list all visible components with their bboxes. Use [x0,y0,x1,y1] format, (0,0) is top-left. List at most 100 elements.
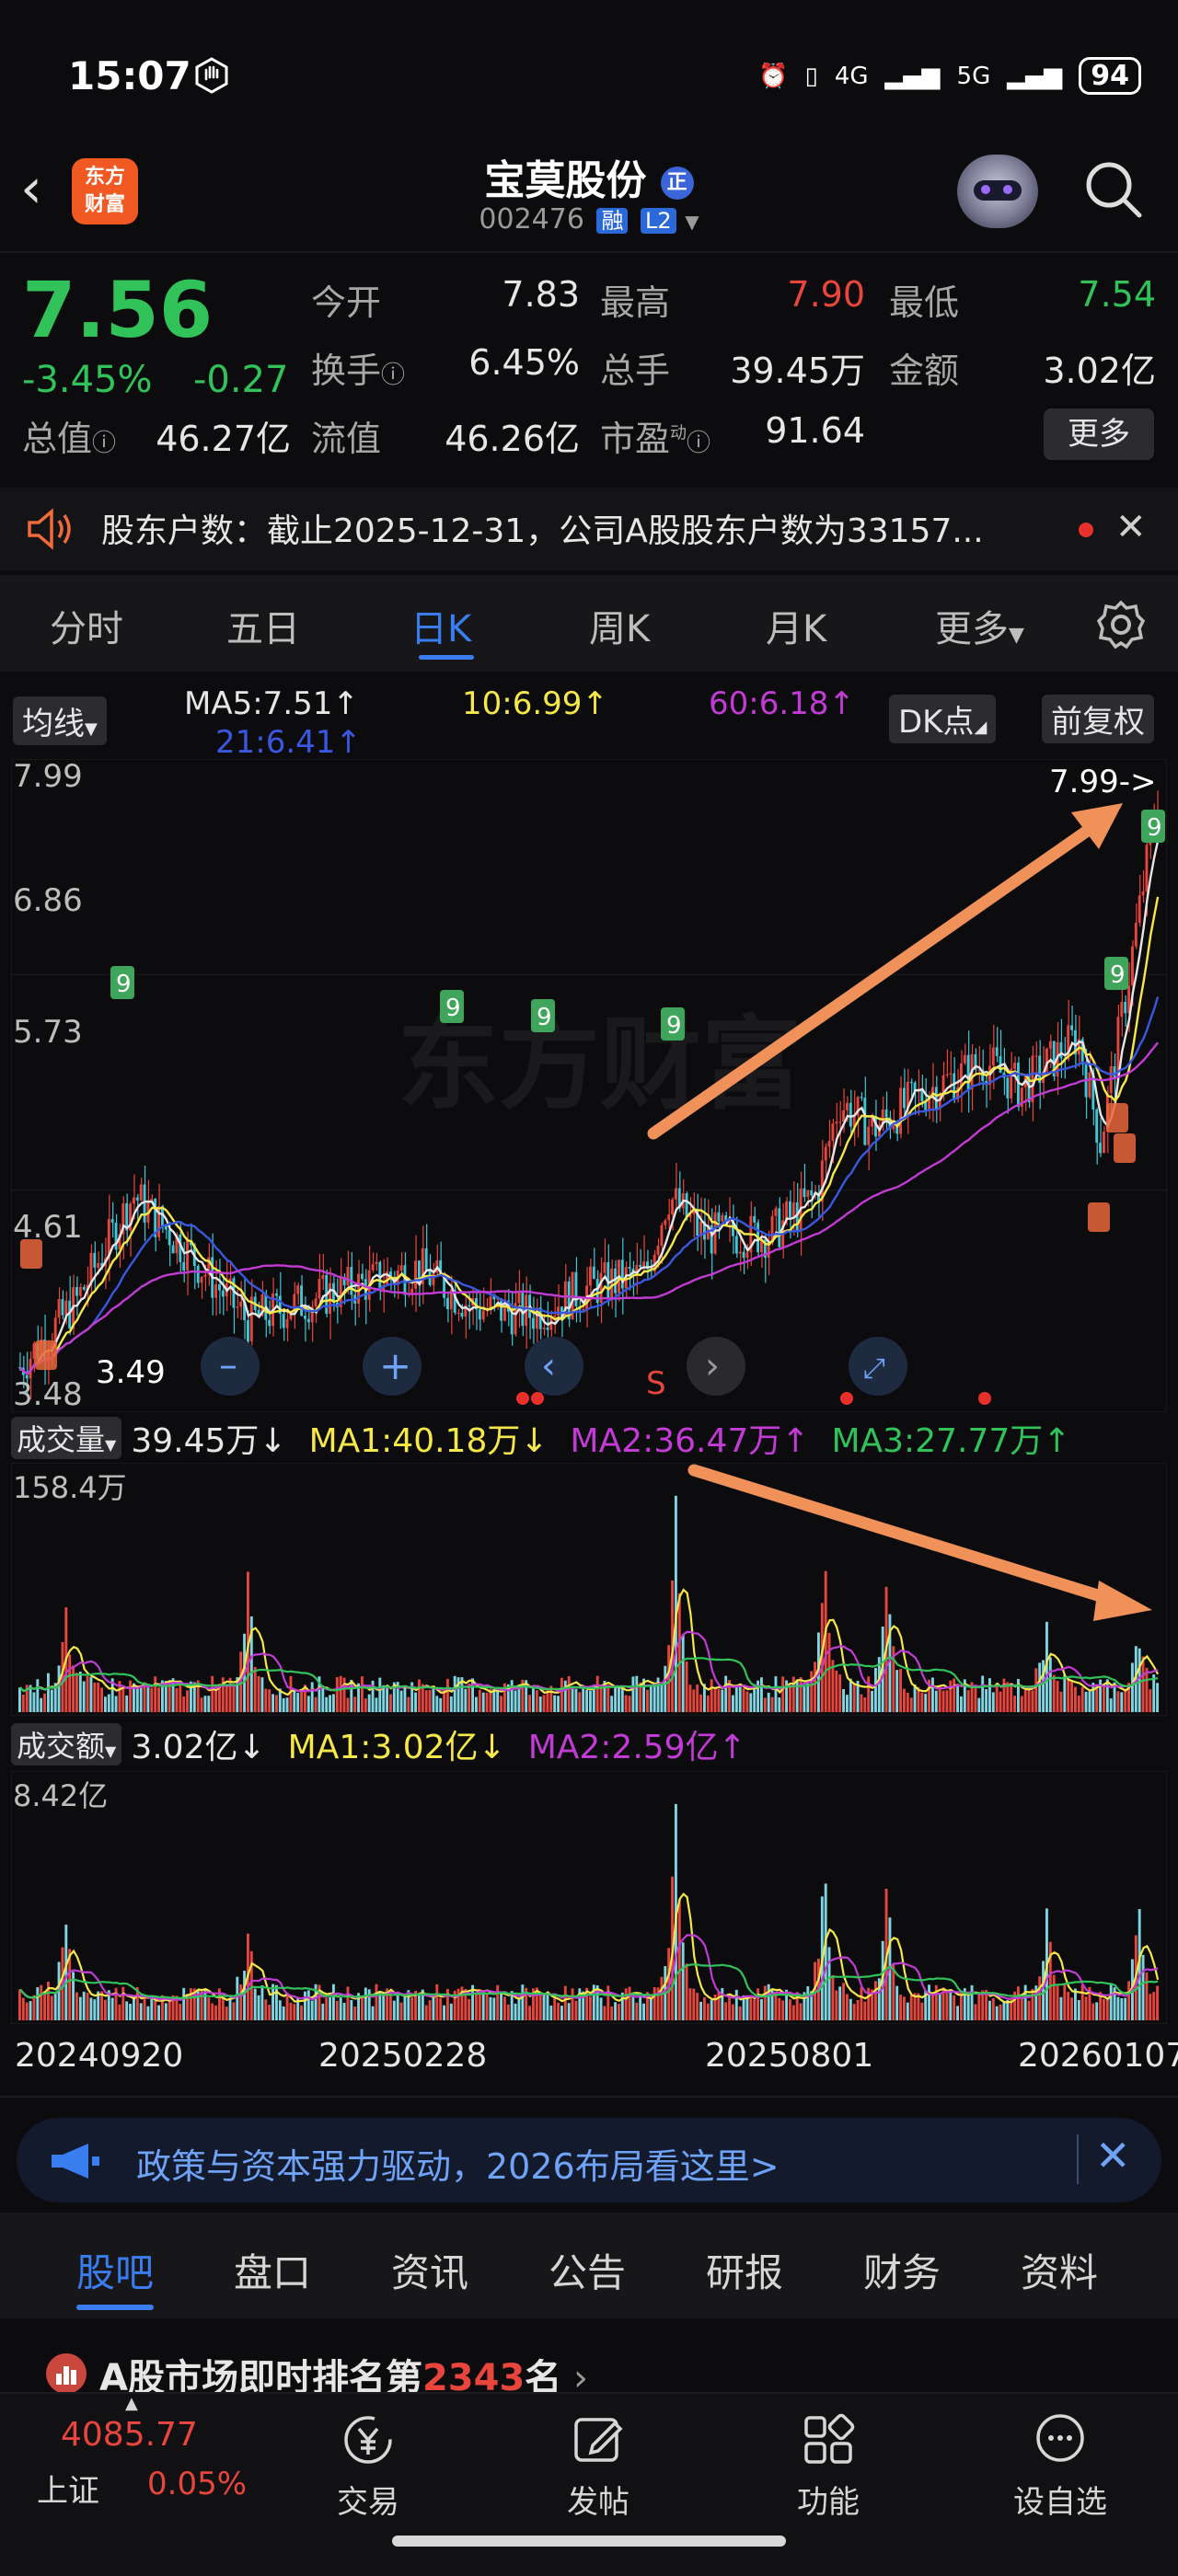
tab-research[interactable]: 研报 [706,2242,783,2298]
volume-bar [1020,1696,1023,1712]
tab-forum[interactable]: 股吧 [76,2242,154,2298]
volume-bar [557,2002,560,2020]
volume-bar [763,1697,767,1712]
volume-bar [521,1984,525,2020]
volume-bar [399,1690,403,1712]
tab-financials[interactable]: 财务 [863,2242,941,2298]
nav-add-watchlist[interactable]: 设自选 [996,2403,1125,2522]
candle-body [532,1317,535,1329]
volume-bar [1105,1679,1109,1712]
volume-bar [1002,1678,1006,1712]
volume-bar [1084,1996,1088,2020]
index-value[interactable]: 4085.77 [61,2416,198,2454]
candle-body [167,1229,171,1246]
level-tag: L2 [641,208,676,234]
volume-bar [710,1999,713,2020]
volume-bar [899,1995,902,2020]
volume-bar [1023,1984,1027,2020]
volume-bar [677,1899,681,2020]
candle-body [481,1310,485,1320]
open-label: 今开 [311,282,382,323]
volume-bar [842,1688,845,1712]
nav-post[interactable]: 发帖 [534,2403,663,2522]
assistant-robot-icon[interactable] [957,155,1038,228]
volume-bar [928,1984,930,2020]
date-tick-4: 20260107 [1018,2037,1178,2075]
index-change[interactable]: 0.05% [147,2466,247,2502]
volume-bar [157,1687,160,1712]
volume-bar [977,1697,981,1712]
volume-selector[interactable]: 成交量▼ [11,1416,122,1459]
volume-bar [475,1696,478,1712]
candle-body [1124,1001,1127,1014]
volume-bar [268,1689,271,1712]
tab-announcements[interactable]: 公告 [549,2242,626,2298]
settings-gear-icon[interactable] [1095,599,1147,654]
nav-functions[interactable]: 功能 [764,2403,893,2522]
search-icon[interactable] [1082,158,1145,224]
candle-body [300,1285,303,1317]
ma-selector[interactable]: 均线▼ [13,696,107,745]
info-icon[interactable]: ⓘ [687,430,710,457]
volume-bar [182,1696,186,1712]
volume-bar [895,1670,899,1712]
volume-bar [175,1687,179,1712]
volume-bar [653,1683,656,1712]
banner-text: 政策与资本强力驱动，2026布局看这里> [136,2146,780,2187]
candlestick-chart[interactable]: 东方财富 7.99 6.86 5.73 4.61 3.48 7.99-> 3.4… [11,759,1167,1412]
info-icon[interactable]: ⓘ [381,362,405,389]
shareholder-notice[interactable]: 股东户数：截止2025-12-31，公司A股股东户数为33157... ✕ [0,488,1178,570]
tab-monthly-k[interactable]: 月K [766,599,826,652]
volume-bar [1031,1988,1034,2020]
candle-body [285,1318,289,1328]
candle-body [1059,1041,1063,1059]
promo-banner[interactable]: 政策与资本强力驱动，2026布局看这里> ✕ [17,2118,1161,2202]
index-name[interactable]: 上证 [37,2466,99,2511]
volume-bar [464,1688,468,1712]
volume-chart[interactable]: 158.4万 [11,1463,1167,1716]
more-quote-button[interactable]: 更多 [1044,408,1154,460]
chart-frame [11,1771,1167,2024]
volume-bar [296,1693,300,1712]
close-icon[interactable]: ✕ [1115,506,1147,548]
volume-bar [146,2006,150,2020]
tab-profile[interactable]: 资料 [1021,2242,1098,2298]
close-icon[interactable]: ✕ [1095,2131,1131,2180]
candle-body [82,1286,86,1290]
candle-body [949,1073,953,1075]
tab-intraday[interactable]: 分时 [50,599,123,652]
volume-bar [706,2003,710,2020]
volume-bar [589,1996,592,2020]
info-icon[interactable]: ⓘ [92,430,116,457]
amount-chart[interactable]: 8.42亿 [11,1771,1167,2024]
volume-bar [685,1661,688,1712]
volume-bar [268,2004,271,2020]
tab-daily-k[interactable]: 日K [410,599,471,652]
volume-bar [335,1676,339,1712]
volume-bar [664,1665,667,1712]
amount-selector[interactable]: 成交额▼ [11,1722,122,1765]
volume-bar [75,1992,78,2020]
nav-trade[interactable]: 交易 [304,2403,433,2522]
date-tick-3: 20250801 [705,2037,874,2075]
market-cap-value: 46.27亿 [156,419,291,459]
tab-news[interactable]: 资讯 [391,2242,468,2298]
tab-more[interactable]: 更多▼ [935,599,1024,652]
adjust-selector[interactable]: 前复权 [1042,695,1154,743]
volume-bar [133,1995,135,2020]
volume-bar [945,1690,949,1712]
volume-bar [745,1691,749,1712]
volume-bar [610,2006,614,2020]
tab-weekly-k[interactable]: 周K [589,599,650,652]
volume-bar [653,1986,656,2020]
volume-bar [938,1994,941,2020]
volume-bar [849,1678,852,1712]
volume-bar [1056,1680,1059,1712]
volume-bar [264,1688,268,1712]
tab-orderbook[interactable]: 盘口 [234,2242,311,2298]
tab-five-day[interactable]: 五日 [226,599,300,652]
candle-body [200,1276,203,1283]
candle-body [460,1312,464,1317]
volume-bar [956,1685,959,1712]
dk-point-button[interactable]: DK点◢ [889,695,997,743]
